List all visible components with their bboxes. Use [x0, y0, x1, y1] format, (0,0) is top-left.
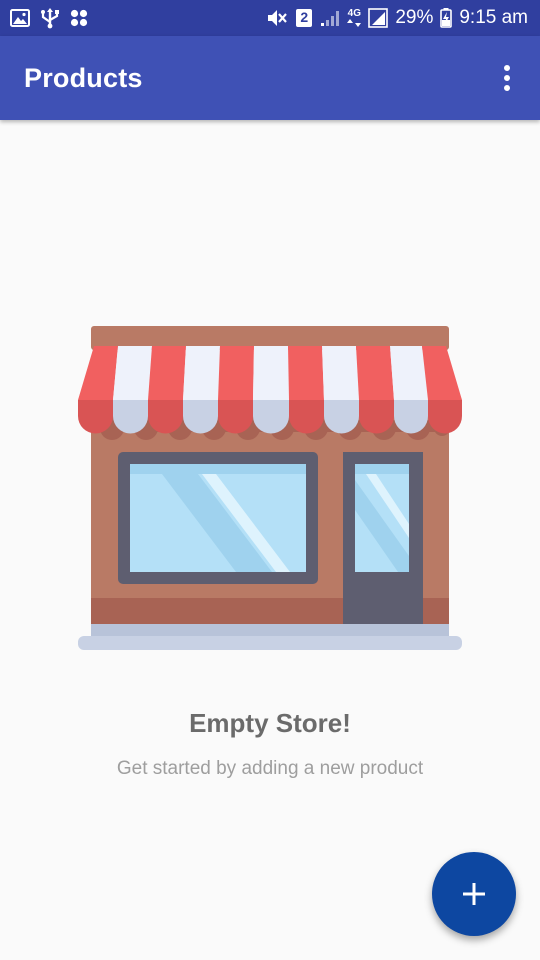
image-icon: [10, 9, 30, 27]
empty-state-title: Empty Store!: [189, 708, 351, 738]
status-bar: 2 4G 29% 9:15 am: [0, 0, 540, 36]
app-bar: Products: [0, 36, 540, 120]
status-right-icons: 2 4G 29% 9:15 am: [266, 7, 528, 29]
usb-icon: [39, 7, 61, 29]
more-options-button[interactable]: [490, 54, 524, 102]
page-title: Products: [24, 62, 143, 93]
add-product-button[interactable]: [432, 852, 516, 936]
battery-charging-icon: [440, 8, 453, 28]
sim-badge-number: 2: [300, 9, 309, 25]
app-grid-icon: [70, 9, 88, 27]
network-type-label: 4G: [347, 8, 361, 19]
more-vert-icon: [504, 65, 510, 71]
status-time: 9:15 am: [459, 7, 528, 28]
more-vert-icon-dot: [504, 75, 510, 81]
status-left-icons: [10, 7, 88, 29]
mute-icon: [266, 8, 288, 28]
signal-weak-icon: [320, 9, 340, 27]
empty-state-subtitle: Get started by adding a new product: [116, 758, 424, 779]
sim-badge-icon: 2: [295, 8, 313, 28]
more-vert-icon-dot: [504, 85, 510, 91]
network-4g-icon: 4G: [347, 8, 362, 27]
battery-percent: 29%: [395, 7, 434, 28]
plus-icon: [463, 883, 485, 905]
storefront-icon: [78, 326, 462, 650]
signal-icon: [368, 8, 389, 28]
screen: 2 4G 29% 9:15 am Products Empty Store! G…: [0, 0, 540, 960]
